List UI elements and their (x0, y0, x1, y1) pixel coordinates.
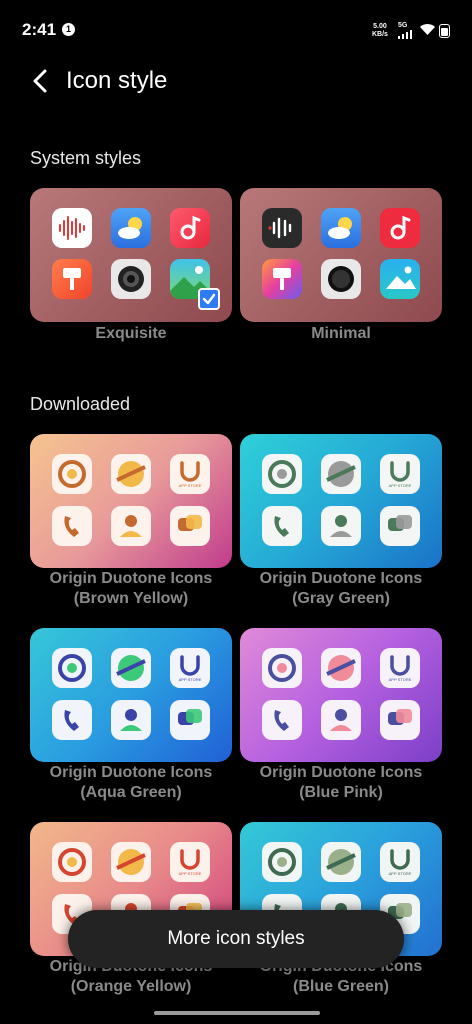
style-variant: (Orange Yellow) (70, 978, 192, 995)
app-store-icon: APP STORE (170, 842, 210, 882)
notification-badge: 1 (62, 23, 75, 36)
recorder-icon (52, 208, 92, 248)
downloaded-heading: Downloaded (30, 394, 131, 414)
browser-icon (321, 842, 361, 882)
app-store-icon: APP STORE (170, 648, 210, 688)
music-icon (170, 208, 210, 248)
messages-icon (380, 700, 420, 740)
app-store-icon: APP STORE (380, 454, 420, 494)
messages-icon (170, 506, 210, 546)
svg-text:APP STORE: APP STORE (389, 871, 412, 876)
phone-icon (262, 700, 302, 740)
phone-icon (52, 700, 92, 740)
downloaded-style-card[interactable]: APP STORE (240, 434, 442, 568)
app-store-icon: APP STORE (380, 648, 420, 688)
network-speed-unit: KB/s (372, 31, 388, 38)
system-styles-heading: System styles (30, 148, 142, 168)
camera-icon (111, 259, 151, 299)
downloaded-style-card[interactable]: APP STORE (30, 628, 232, 762)
page-title: Icon style (66, 67, 168, 94)
app-header: Icon style (0, 62, 472, 102)
phone-icon (262, 506, 302, 546)
recorder-icon (262, 648, 302, 688)
recorder-icon (52, 842, 92, 882)
contacts-icon (111, 700, 151, 740)
style-name: Origin Duotone Icons (259, 570, 423, 587)
browser-icon (321, 648, 361, 688)
style-name: Origin Duotone Icons (49, 570, 213, 587)
weather-icon (321, 208, 361, 248)
downloaded-style-card[interactable]: APP STORE (240, 628, 442, 762)
contacts-icon (111, 506, 151, 546)
recorder-icon (52, 454, 92, 494)
back-arrow-icon[interactable] (28, 68, 54, 94)
contacts-icon (321, 506, 361, 546)
downloaded-style-label: Origin Duotone Icons (Aqua Green) (30, 763, 232, 803)
browser-icon (321, 454, 361, 494)
svg-text:APP STORE: APP STORE (389, 677, 412, 682)
battery-icon (439, 24, 450, 38)
gallery-icon (380, 259, 420, 299)
style-label-minimal: Minimal (311, 325, 371, 342)
svg-text:APP STORE: APP STORE (179, 871, 202, 876)
network-speed-value: 5.00 (373, 23, 387, 30)
style-variant: (Brown Yellow) (73, 590, 189, 607)
downloaded-style-label: Origin Duotone Icons (Gray Green) (240, 569, 442, 609)
style-variant: (Blue Pink) (299, 784, 383, 801)
selected-check-icon (198, 288, 220, 310)
svg-text:APP STORE: APP STORE (389, 483, 412, 488)
style-card-minimal[interactable] (240, 188, 442, 322)
style-variant: (Blue Green) (292, 978, 389, 995)
style-card-exquisite[interactable] (30, 188, 232, 322)
network-type: 5G (398, 22, 408, 29)
recorder-icon (262, 454, 302, 494)
style-label-exquisite: Exquisite (95, 325, 167, 342)
phone-icon (52, 506, 92, 546)
recorder-icon (262, 208, 302, 248)
clock: 2:41 (22, 20, 57, 39)
weather-icon (111, 208, 151, 248)
downloaded-style-card[interactable]: APP STORE (30, 434, 232, 568)
camera-icon (321, 259, 361, 299)
more-icon-styles-button[interactable]: More icon styles (68, 910, 404, 968)
app-store-icon: APP STORE (380, 842, 420, 882)
wifi-icon (420, 24, 435, 35)
home-indicator (154, 1011, 320, 1015)
downloaded-style-label: Origin Duotone Icons (Brown Yellow) (30, 569, 232, 609)
recorder-icon (262, 842, 302, 882)
svg-text:APP STORE: APP STORE (179, 677, 202, 682)
music-icon (380, 208, 420, 248)
messages-icon (380, 506, 420, 546)
signal-icon (398, 30, 412, 39)
downloaded-style-label: Origin Duotone Icons (Blue Pink) (240, 763, 442, 803)
browser-icon (111, 842, 151, 882)
network-speed: 5.00 KB/s (372, 23, 388, 39)
style-variant: (Gray Green) (292, 590, 390, 607)
themes-icon (52, 259, 92, 299)
style-name: Origin Duotone Icons (49, 764, 213, 781)
themes-icon (262, 259, 302, 299)
style-name: Origin Duotone Icons (259, 764, 423, 781)
style-variant: (Aqua Green) (80, 784, 182, 801)
browser-icon (111, 648, 151, 688)
status-bar: 2:41 1 5.00 KB/s 5G (0, 0, 472, 60)
contacts-icon (321, 700, 361, 740)
recorder-icon (52, 648, 92, 688)
browser-icon (111, 454, 151, 494)
svg-text:APP STORE: APP STORE (179, 483, 202, 488)
messages-icon (170, 700, 210, 740)
app-store-icon: APP STORE (170, 454, 210, 494)
